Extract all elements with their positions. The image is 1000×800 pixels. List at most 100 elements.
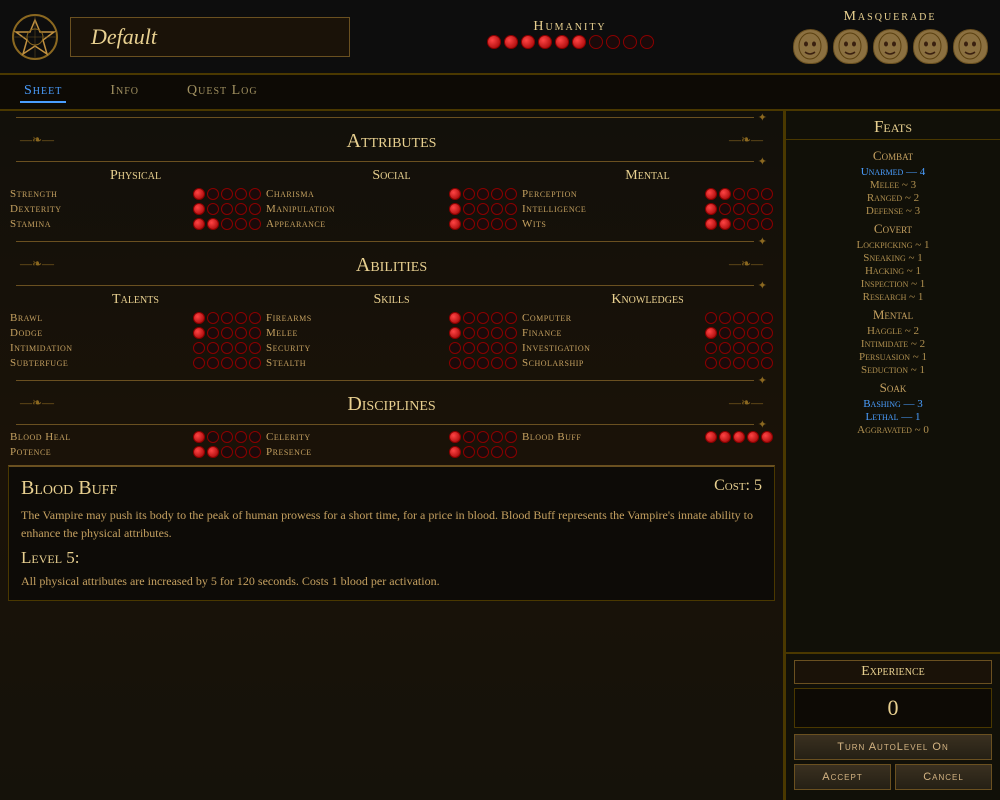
- dot[interactable]: [761, 203, 773, 215]
- feat-row[interactable]: Sneaking ~ 1: [794, 252, 992, 264]
- dot[interactable]: [733, 431, 745, 443]
- stat-row[interactable]: Dodge: [10, 327, 261, 339]
- dot[interactable]: [505, 446, 517, 458]
- feat-row[interactable]: Melee ~ 3: [794, 179, 992, 191]
- dot[interactable]: [719, 312, 731, 324]
- humanity-dot-6[interactable]: [589, 35, 603, 49]
- dot[interactable]: [235, 203, 247, 215]
- discipline-row-inner[interactable]: Potence: [10, 446, 261, 458]
- feat-row[interactable]: Lethal — 1: [794, 411, 992, 423]
- stat-row[interactable]: Perception: [522, 188, 773, 200]
- feat-row[interactable]: Haggle ~ 2: [794, 325, 992, 337]
- dot[interactable]: [207, 188, 219, 200]
- dot[interactable]: [249, 312, 261, 324]
- accept-button[interactable]: Accept: [794, 764, 891, 790]
- dot[interactable]: [505, 431, 517, 443]
- dot[interactable]: [449, 203, 461, 215]
- dot[interactable]: [235, 312, 247, 324]
- dot[interactable]: [449, 431, 461, 443]
- dot[interactable]: [463, 327, 475, 339]
- dot[interactable]: [449, 342, 461, 354]
- stat-row[interactable]: Firearms: [266, 312, 517, 324]
- dot[interactable]: [449, 327, 461, 339]
- humanity-dot-0[interactable]: [487, 35, 501, 49]
- dot[interactable]: [235, 446, 247, 458]
- dot[interactable]: [207, 327, 219, 339]
- dot[interactable]: [491, 357, 503, 369]
- dot[interactable]: [491, 431, 503, 443]
- dot[interactable]: [477, 327, 489, 339]
- stat-row[interactable]: Finance: [522, 327, 773, 339]
- dot[interactable]: [505, 203, 517, 215]
- stat-row[interactable]: Security: [266, 342, 517, 354]
- dot[interactable]: [719, 218, 731, 230]
- cancel-button[interactable]: Cancel: [895, 764, 992, 790]
- dot[interactable]: [221, 357, 233, 369]
- dot[interactable]: [463, 342, 475, 354]
- dot[interactable]: [705, 218, 717, 230]
- dot[interactable]: [747, 188, 759, 200]
- dot[interactable]: [477, 446, 489, 458]
- tab-quest-log[interactable]: Quest Log: [183, 81, 262, 103]
- dot[interactable]: [491, 203, 503, 215]
- feat-row[interactable]: Unarmed — 4: [794, 166, 992, 178]
- dot[interactable]: [249, 431, 261, 443]
- dot[interactable]: [449, 357, 461, 369]
- dot[interactable]: [249, 218, 261, 230]
- dot[interactable]: [733, 312, 745, 324]
- dot[interactable]: [733, 342, 745, 354]
- dot[interactable]: [249, 203, 261, 215]
- dot[interactable]: [719, 431, 731, 443]
- dot[interactable]: [235, 327, 247, 339]
- humanity-dot-4[interactable]: [555, 35, 569, 49]
- dot[interactable]: [193, 327, 205, 339]
- stat-row[interactable]: Manipulation: [266, 203, 517, 215]
- dot[interactable]: [761, 342, 773, 354]
- dot[interactable]: [747, 327, 759, 339]
- feat-row[interactable]: Bashing — 3: [794, 398, 992, 410]
- dot[interactable]: [207, 357, 219, 369]
- stat-row[interactable]: Intelligence: [522, 203, 773, 215]
- feat-row[interactable]: Hacking ~ 1: [794, 265, 992, 277]
- dot[interactable]: [747, 431, 759, 443]
- dot[interactable]: [463, 188, 475, 200]
- dot[interactable]: [235, 218, 247, 230]
- humanity-dot-9[interactable]: [640, 35, 654, 49]
- dot[interactable]: [193, 218, 205, 230]
- dot[interactable]: [491, 446, 503, 458]
- dot[interactable]: [221, 203, 233, 215]
- dot[interactable]: [235, 188, 247, 200]
- stat-row[interactable]: Strength: [10, 188, 261, 200]
- dot[interactable]: [449, 188, 461, 200]
- stat-row[interactable]: Brawl: [10, 312, 261, 324]
- dot[interactable]: [705, 431, 717, 443]
- dot[interactable]: [505, 312, 517, 324]
- dot[interactable]: [705, 327, 717, 339]
- dot[interactable]: [221, 446, 233, 458]
- dot[interactable]: [477, 357, 489, 369]
- discipline-row[interactable]: Blood Buff: [522, 431, 773, 443]
- stat-row[interactable]: Stealth: [266, 357, 517, 369]
- dot[interactable]: [505, 357, 517, 369]
- dot[interactable]: [449, 312, 461, 324]
- stat-row[interactable]: Dexterity: [10, 203, 261, 215]
- dot[interactable]: [761, 312, 773, 324]
- dot[interactable]: [463, 218, 475, 230]
- dot[interactable]: [505, 218, 517, 230]
- stat-row[interactable]: Melee: [266, 327, 517, 339]
- dot[interactable]: [761, 431, 773, 443]
- feat-row[interactable]: Lockpicking ~ 1: [794, 239, 992, 251]
- dot[interactable]: [207, 312, 219, 324]
- dot[interactable]: [733, 327, 745, 339]
- dot[interactable]: [477, 342, 489, 354]
- stat-row[interactable]: Intimidation: [10, 342, 261, 354]
- dot[interactable]: [705, 357, 717, 369]
- dot[interactable]: [491, 327, 503, 339]
- dot[interactable]: [249, 357, 261, 369]
- dot[interactable]: [235, 357, 247, 369]
- stat-row[interactable]: Wits: [522, 218, 773, 230]
- dot[interactable]: [207, 218, 219, 230]
- dot[interactable]: [705, 342, 717, 354]
- dot[interactable]: [207, 342, 219, 354]
- dot[interactable]: [235, 431, 247, 443]
